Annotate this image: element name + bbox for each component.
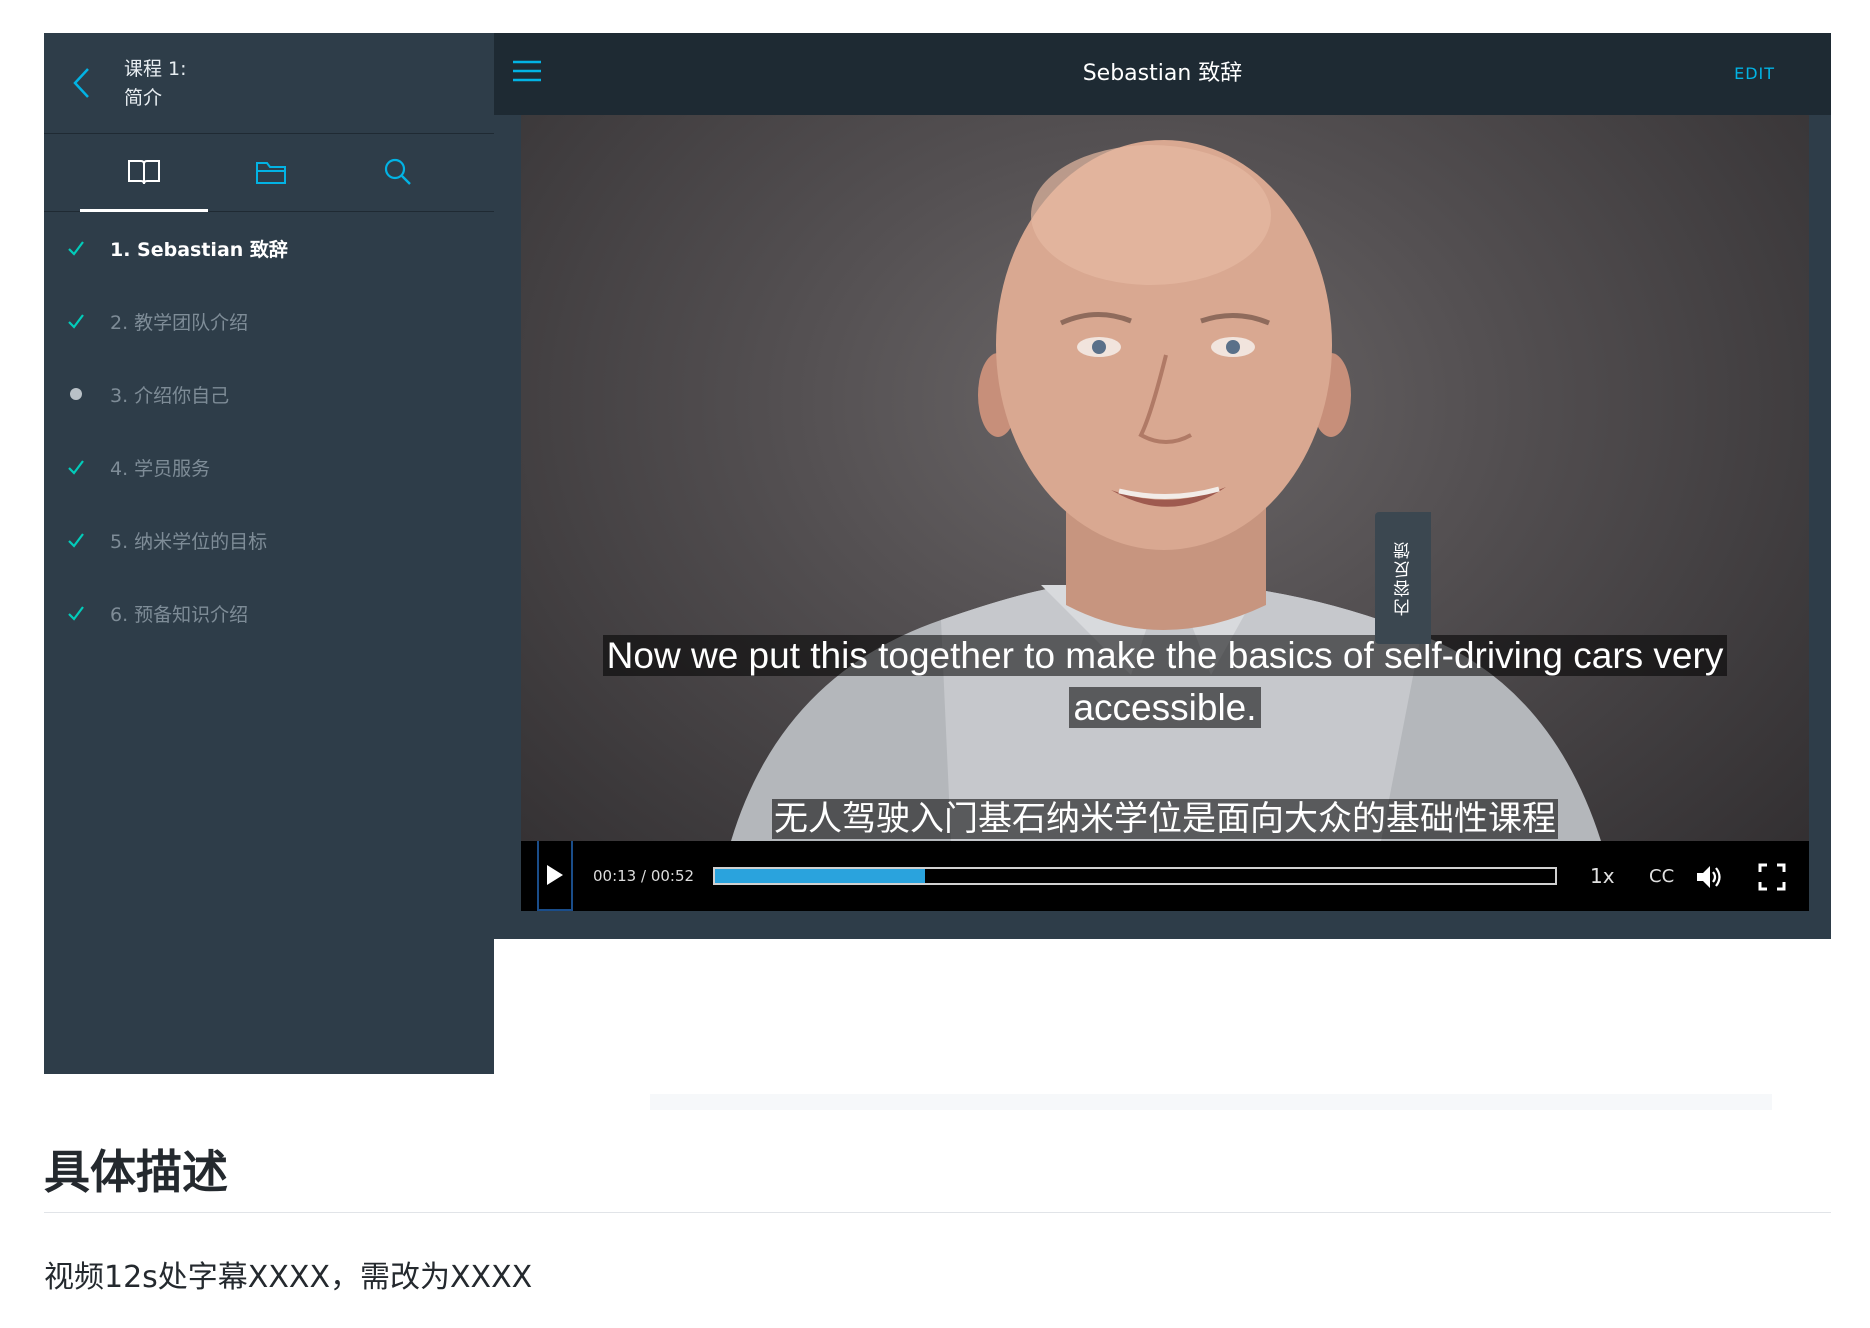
sidebar: 课程 1: 简介 1. Sebastian 致辞 2. 教学团队介绍 3. 介绍… [44,33,494,1074]
tab-resources[interactable] [207,133,335,211]
sidebar-tabs [44,133,494,212]
lesson-label: 1. Sebastian 致辞 [110,238,288,261]
lesson-label: 6. 预备知识介绍 [110,603,249,626]
heading-divider [44,1212,1831,1213]
sidebar-header: 课程 1: 简介 [44,33,494,134]
video-player[interactable]: Now we put this together to make the bas… [521,115,1809,911]
course-name: 简介 [124,87,163,109]
lesson-label: 5. 纳米学位的目标 [110,530,268,553]
lesson-label: 3. 介绍你自己 [110,384,230,407]
search-icon [384,158,411,185]
lesson-label: 4. 学员服务 [110,457,211,480]
check-icon [64,309,88,333]
progress-fill [715,869,925,883]
lesson-item[interactable]: 6. 预备知识介绍 [44,583,494,643]
volume-button[interactable] [1695,863,1723,891]
back-button[interactable] [68,63,98,103]
book-icon [128,160,160,185]
play-button[interactable] [537,841,573,911]
playback-speed-button[interactable]: 1x [1590,841,1615,911]
chevron-left-icon [73,68,89,98]
course-label: 课程 1: [124,58,187,80]
lesson-label: 2. 教学团队介绍 [110,311,249,334]
subtitle-en-line2-text: accessible. [1069,687,1261,728]
subtitle-en-line1: Now we put this together to make the bas… [521,635,1809,677]
classroom-screenshot: 课程 1: 简介 1. Sebastian 致辞 2. 教学团队介绍 3. 介绍… [44,33,1831,1110]
lesson-item[interactable]: 2. 教学团队介绍 [44,291,494,351]
lesson-item[interactable]: 5. 纳米学位的目标 [44,510,494,570]
tab-concepts[interactable] [80,133,208,212]
video-controls: 00:13 / 00:52 1x CC [521,841,1809,911]
content-footer-strip [650,1094,1772,1110]
tab-search[interactable] [334,133,462,211]
fullscreen-icon [1758,863,1786,891]
edit-button[interactable]: EDIT [1734,33,1775,115]
fullscreen-button[interactable] [1758,863,1786,891]
subtitle-en-line2: accessible. [521,687,1809,729]
progress-bar[interactable] [713,867,1557,885]
dot-icon [64,382,88,406]
feedback-label: 内容反馈 [1393,540,1414,616]
time-display: 00:13 / 00:52 [593,867,695,885]
subtitle-zh-text: 无人驾驶入门基石纳米学位是面向大众的基础性课程 [772,799,1558,839]
video-title: Sebastian 致辞 [1082,61,1243,86]
check-icon [64,236,88,260]
lesson-item[interactable]: 4. 学员服务 [44,437,494,497]
feedback-tab[interactable]: 内容反馈 [1375,512,1431,644]
play-icon [547,865,563,885]
folder-icon [256,162,286,184]
captions-button[interactable]: CC [1649,841,1674,911]
check-icon [64,601,88,625]
course-title: 课程 1: 简介 [124,55,187,113]
subtitle-en-line1-text: Now we put this together to make the bas… [602,635,1728,676]
check-icon [64,528,88,552]
description-heading: 具体描述 [44,1145,228,1199]
player-panel: Sebastian 致辞 EDIT Now we put this togeth… [494,33,1831,939]
top-bar: Sebastian 致辞 EDIT [494,33,1831,115]
subtitle-zh: 无人驾驶入门基石纳米学位是面向大众的基础性课程 [521,791,1809,840]
volume-icon [1697,866,1721,888]
description-body: 视频12s处字幕XXXX，需改为XXXX [44,1260,533,1295]
lesson-item[interactable]: 3. 介绍你自己 [44,364,494,424]
check-icon [64,455,88,479]
speaker-video-frame [731,140,1601,841]
lesson-item[interactable]: 1. Sebastian 致辞 [44,218,494,278]
